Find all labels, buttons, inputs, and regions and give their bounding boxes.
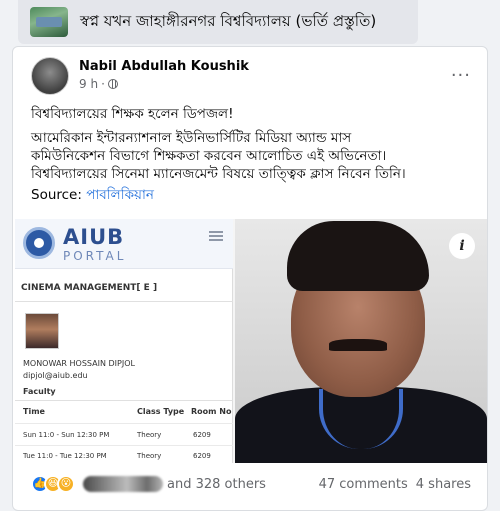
faculty-name: MONOWAR HOSSAIN DIPJOL [23, 359, 135, 368]
column-header-class-type: Class Type [137, 407, 185, 416]
group-title[interactable]: স্বপ্ন যখন জাহাঙ্গীরনগর বিশ্ববিদ্যালয় (… [80, 10, 376, 35]
meta-separator: · [101, 77, 105, 91]
post-header: Nabil Abdullah Koushik 9 h · ··· [31, 57, 471, 97]
more-options-icon[interactable]: ··· [451, 65, 471, 86]
photo-hair [287, 221, 429, 291]
post-text: বিশ্ববিদ্যালয়ের শিক্ষক হলেন ডিপজল! আমের… [31, 105, 481, 204]
info-icon[interactable]: i [449, 233, 475, 259]
faculty-label: Faculty [23, 387, 56, 396]
schedule-type: Theory [137, 452, 162, 460]
divider [15, 400, 233, 401]
globe-icon [107, 79, 118, 89]
portal-brand: AIUB [63, 225, 125, 249]
post-time[interactable]: 9 h [79, 77, 98, 91]
post-body-line: বিশ্ববিদ্যালয়ের সিনেমা ম্যানেজমেন্ট বিষ… [31, 166, 406, 182]
engagement-counts: 47 comments 4 shares [319, 477, 471, 492]
post-headline: বিশ্ববিদ্যালয়ের শিক্ষক হলেন ডিপজল! [31, 106, 234, 122]
faculty-email: dipjol@aiub.edu [23, 371, 88, 380]
shares-count[interactable]: 4 shares [416, 477, 471, 492]
post-body-line: কমিউনিকেশন বিভাগে শিক্ষকতা করবেন আলোচিত … [31, 148, 387, 164]
source-line: Source: পাবলিকিয়ান [31, 186, 481, 204]
course-title: CINEMA MANAGEMENT[ E ] [21, 283, 158, 293]
post-meta: 9 h · [79, 77, 118, 91]
schedule-time: Tue 11:0 - Tue 12:30 PM [23, 452, 107, 460]
photo-mustache [329, 339, 387, 351]
column-header-room: Room No [191, 407, 232, 416]
blurred-reactor-names [83, 476, 163, 492]
portal-header: AIUB PORTAL [15, 219, 233, 269]
group-cover-image[interactable] [30, 7, 68, 37]
post-body-line: আমেরিকান ইন্টারন্যাশনাল ইউনিভার্সিটির মি… [31, 130, 352, 146]
group-header[interactable]: স্বপ্ন যখন জাহাঙ্গীরনগর বিশ্ববিদ্যালয় (… [18, 0, 418, 44]
source-link[interactable]: পাবলিকিয়ান [86, 187, 154, 203]
post-card: Nabil Abdullah Koushik 9 h · ··· বিশ্ববি… [12, 46, 488, 511]
reaction-others-count[interactable]: and 328 others [167, 477, 266, 492]
portal-brand-sub: PORTAL [63, 249, 127, 263]
reaction-icons[interactable]: 👍 😆 😮 [31, 475, 75, 493]
comments-count[interactable]: 47 comments [319, 477, 408, 492]
avatar[interactable] [31, 57, 69, 95]
schedule-room: 6209 [193, 431, 211, 439]
hamburger-menu-icon [209, 231, 223, 241]
actor-photo[interactable]: i [235, 219, 487, 463]
aiub-logo-icon [23, 227, 55, 259]
wow-icon: 😮 [57, 475, 75, 493]
faculty-photo [25, 313, 59, 349]
divider [15, 423, 233, 424]
column-header-time: Time [23, 407, 45, 416]
post-footer: 👍 😆 😮 and 328 others 47 comments 4 share… [31, 471, 471, 497]
source-label: Source: [31, 187, 82, 203]
schedule-room: 6209 [193, 452, 211, 460]
divider [15, 445, 233, 446]
portal-screenshot[interactable]: AIUB PORTAL CINEMA MANAGEMENT[ E ] MONOW… [15, 219, 233, 463]
schedule-time: Sun 11:0 - Sun 12:30 PM [23, 431, 110, 439]
post-media[interactable]: AIUB PORTAL CINEMA MANAGEMENT[ E ] MONOW… [15, 219, 487, 463]
divider [15, 301, 233, 302]
author-name[interactable]: Nabil Abdullah Koushik [79, 59, 249, 74]
schedule-type: Theory [137, 431, 162, 439]
